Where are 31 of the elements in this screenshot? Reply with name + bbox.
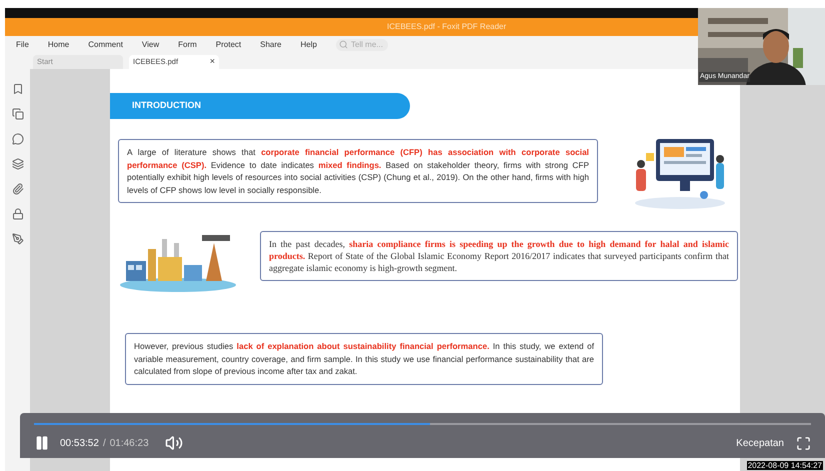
layers-icon[interactable] [12, 158, 24, 170]
pages-icon[interactable] [12, 108, 24, 120]
pause-icon[interactable] [34, 435, 50, 451]
menu-item[interactable]: Comment [88, 38, 123, 50]
signature-icon[interactable] [12, 233, 24, 245]
fullscreen-icon[interactable] [796, 436, 811, 450]
bookmark-icon[interactable] [12, 83, 24, 95]
menu-item[interactable]: Form [178, 38, 197, 50]
close-icon[interactable]: × [210, 55, 215, 69]
lock-icon[interactable] [12, 208, 24, 220]
title-text: ICEBEES.pdf - Foxit PDF Reader [387, 21, 506, 33]
search-field[interactable]: Tell me... [336, 38, 388, 50]
search-icon [338, 40, 348, 49]
comment-icon[interactable] [12, 133, 24, 145]
heading-text: INTRODUCTION [132, 99, 201, 112]
paragraph: In the past decades, sharia compliance firms is speeding up the growth due to high demand for halal and islamic products. Report of State of the Global Islamic Economy Report 2016/2017 indicates that surveyed participants confirm that aggregate islamic economy is high-growth segment. [269, 238, 729, 274]
paragraph: However, previous studies lack of explanation about sustainability financial performance. In this study, we extend of variable measurement, country coverage, and firm sample. In this study we use financial performance sustainability that are calculated from slope of previous income after tax and zakat. [134, 340, 594, 378]
menu-item[interactable]: Protect [216, 38, 242, 50]
timestamp: 2022-08-09 14:54:27 [746, 461, 823, 470]
menu-item[interactable]: Home [48, 38, 70, 50]
menu-item[interactable]: Help [300, 38, 317, 50]
menu-item[interactable]: Share [260, 38, 282, 50]
speed-button[interactable]: Kecepatan [736, 436, 784, 450]
duration-time: 01:46:23 [110, 436, 149, 450]
menu-item[interactable]: File [16, 38, 29, 50]
volume-icon[interactable] [164, 434, 183, 452]
current-time: 00:53:52 [60, 436, 99, 450]
attachment-icon[interactable] [12, 183, 24, 195]
paragraph: A large of literature shows that corporate financial performance (CFP) has association with corporate social performance (CSP). Evidence to date indicates mixed findings. Based on stakeholder theory, firms with strong CFP potentially exhibit high levels of resources into social activities (CSP) (Chung et al., 2019). On the other hand, firms with high levels of CFP shows low level in socially responsible. [127, 146, 589, 196]
menu-item[interactable]: View [142, 38, 160, 50]
time-separator: / [102, 436, 106, 450]
